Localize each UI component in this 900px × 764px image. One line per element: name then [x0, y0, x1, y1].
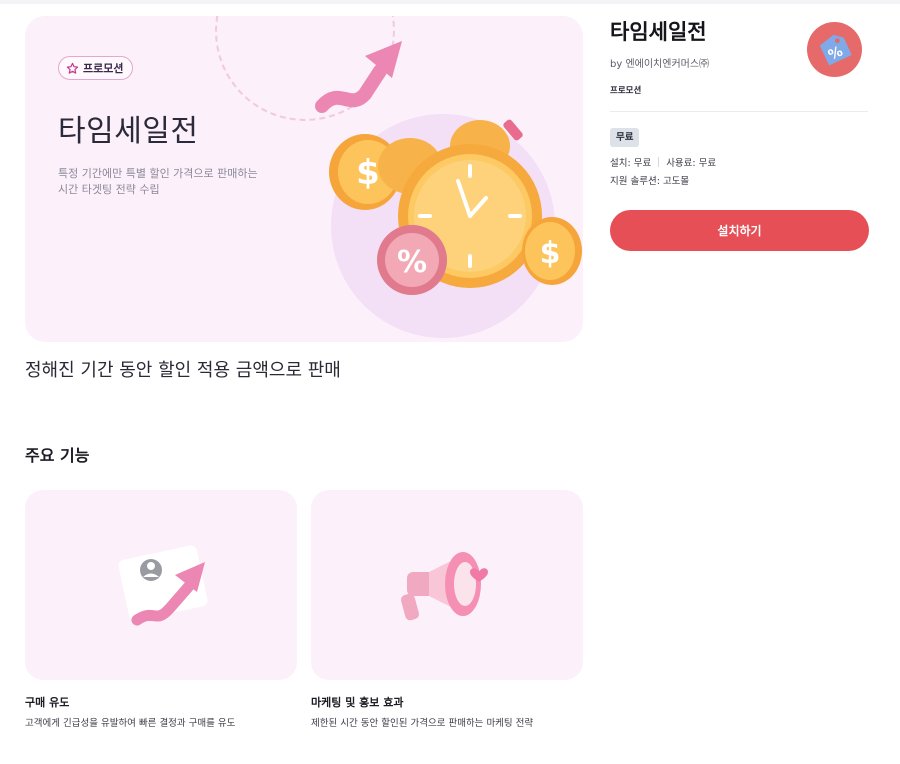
install-fee: 설치: 무료: [610, 158, 652, 169]
top-divider: [0, 0, 900, 4]
fee-info: 설치: 무료 사용료: 무료: [610, 155, 716, 169]
feature-card-marketing: [311, 490, 583, 680]
hero-description: 특정 기간에만 특별 할인 가격으로 판매하는 시간 타겟팅 전략 수립: [58, 166, 278, 198]
usage-fee: 사용료: 무료: [666, 158, 717, 169]
hero-title: 타임세일전: [58, 114, 199, 149]
svg-text:$: $: [540, 236, 561, 271]
feature-title: 구매 유도: [25, 696, 70, 709]
star-icon: [66, 62, 79, 74]
features-section-title: 주요 기능: [25, 446, 90, 465]
app-title: 타임세일전: [610, 20, 707, 44]
svg-text:$: $: [356, 153, 380, 193]
feature-card-purchase: [25, 490, 297, 680]
feature-description: 제한된 시간 동안 할인된 가격으로 판매하는 마케팅 전략: [311, 718, 534, 729]
hero-description-line: 특정 기간에만 특별 할인 가격으로 판매하는: [58, 167, 258, 180]
app-subtitle: 정해진 기간 동안 할인 적용 금액으로 판매: [25, 360, 341, 381]
app-category: 프로모션: [610, 86, 642, 96]
megaphone-illustration: [400, 552, 488, 621]
panel-divider: [610, 111, 868, 112]
discount-tag-icon: %: [807, 22, 862, 77]
supported-solution: 지원 솔루션: 고도몰: [610, 176, 690, 187]
install-button[interactable]: 설치하기: [610, 210, 869, 251]
alarm-clock-coins-illustration: $ $ %: [315, 41, 582, 338]
feature-description: 고객에게 긴급성을 유발하여 빠른 결정과 구매를 유도: [25, 718, 236, 729]
category-badge-label: 프로모션: [83, 62, 124, 75]
feature-title: 마케팅 및 홍보 효과: [311, 696, 404, 709]
fee-separator: [658, 157, 660, 167]
category-badge: 프로모션: [58, 56, 134, 80]
svg-text:%: %: [397, 245, 427, 280]
hero-description-line: 시간 타겟팅 전략 수립: [58, 183, 160, 196]
vendor-name: by 엔에이치엔커머스㈜: [610, 59, 710, 70]
hero-banner: 프로모션 타임세일전 특정 기간에만 특별 할인 가격으로 판매하는 시간 타겟…: [25, 16, 583, 342]
rising-arrow-profile-illustration: [118, 545, 208, 626]
price-badge: 무료: [610, 128, 640, 147]
